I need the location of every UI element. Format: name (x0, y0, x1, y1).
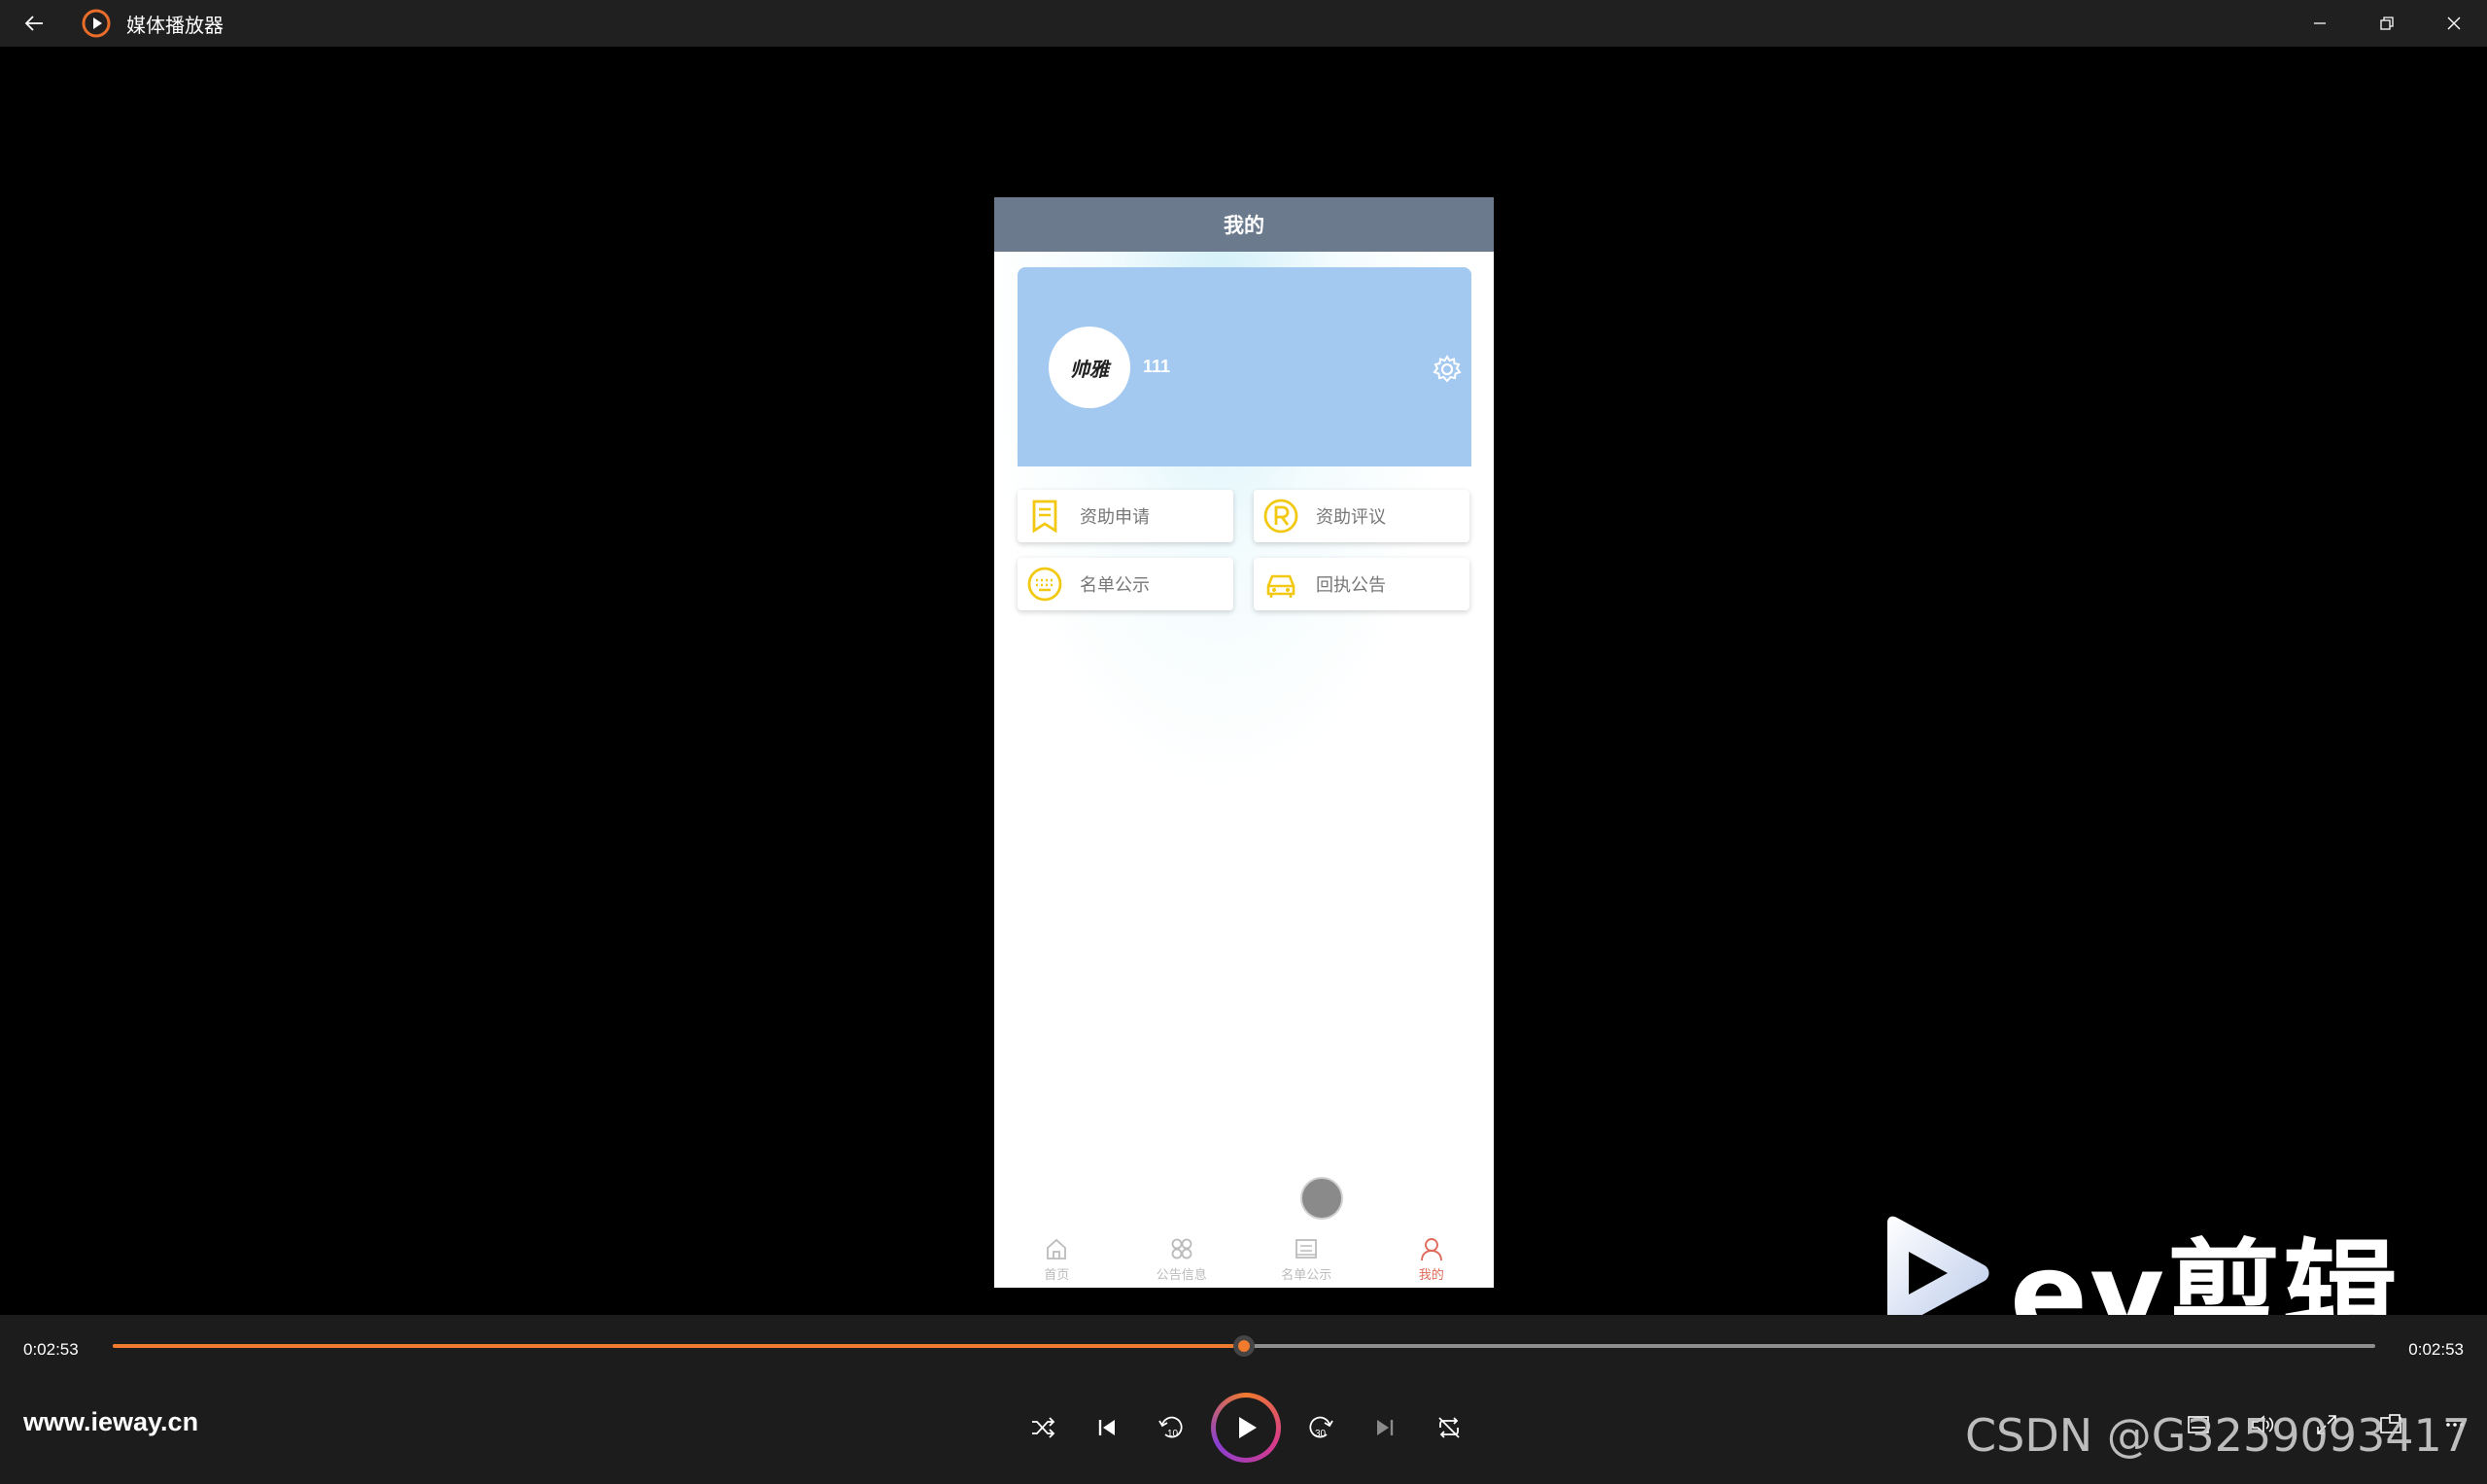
seek-progress (113, 1344, 1244, 1348)
repeat-off-icon (1438, 1417, 1460, 1438)
site-label: www.ieway.cn (23, 1407, 199, 1436)
media-player-app-icon (82, 9, 111, 38)
bottom-tab-bar: 首页 公告信息 名单公示 我的 (994, 1229, 1494, 1288)
phone-header-title: 我的 (1224, 215, 1264, 237)
menu-list-publicity[interactable]: 名单公示 (1018, 558, 1233, 610)
play-icon (1239, 1417, 1257, 1438)
close-button[interactable] (2420, 0, 2487, 47)
minimize-icon (2313, 22, 2326, 24)
home-icon (1047, 1238, 1067, 1260)
menu-label: 回执公告 (1316, 575, 1386, 595)
menu-funding-application[interactable]: 资助申请 (1018, 490, 1233, 542)
shuffle-button[interactable] (1011, 1396, 1075, 1460)
restore-button[interactable] (2353, 0, 2420, 47)
list-icon (1295, 1238, 1318, 1259)
close-icon (2447, 17, 2460, 30)
flower-icon (1171, 1238, 1192, 1259)
tab-announcements[interactable]: 公告信息 (1120, 1229, 1245, 1288)
skip-previous-icon (1098, 1420, 1115, 1435)
phone-header: 我的 (994, 197, 1494, 252)
settings-gear-icon[interactable] (1430, 352, 1465, 387)
tab-home[interactable]: 首页 (994, 1229, 1120, 1288)
keyboard-icon (1027, 567, 1062, 602)
minimize-button[interactable] (2286, 0, 2353, 47)
current-time: 0:02:53 (23, 1340, 79, 1359)
menu-funding-review[interactable]: 资助评议 (1254, 490, 1469, 542)
svg-text:10: 10 (1167, 1429, 1179, 1439)
registered-icon (1263, 499, 1298, 534)
previous-button[interactable] (1075, 1396, 1139, 1460)
floating-assistive-button[interactable] (1300, 1177, 1343, 1220)
username: 111 (1143, 357, 1171, 376)
bookmark-icon (1032, 500, 1057, 534)
phone-screen: 我的 帅雅 111 资助申请 资助评议 名单公示 回执公告 首页 公告信息 名单… (994, 197, 1494, 1288)
total-time: 0:02:53 (2408, 1340, 2464, 1359)
user-icon (1420, 1237, 1442, 1260)
menu-receipt-notice[interactable]: 回执公告 (1254, 558, 1469, 610)
play-button[interactable] (1211, 1393, 1281, 1463)
forward-30-button[interactable]: 30 (1289, 1396, 1353, 1460)
avatar-signature: 帅雅 (1070, 357, 1109, 381)
back-arrow-icon (24, 16, 43, 31)
menu-label: 资助申请 (1080, 507, 1150, 527)
tab-mine[interactable]: 我的 (1369, 1229, 1495, 1288)
forward-30-icon: 30 (1309, 1416, 1333, 1439)
ev-logo-icon (1887, 1216, 1989, 1330)
menu-label: 资助评议 (1316, 507, 1386, 527)
title-bar: 媒体播放器 (0, 0, 2487, 47)
next-button[interactable] (1353, 1396, 1417, 1460)
avatar[interactable]: 帅雅 (1049, 327, 1130, 408)
car-icon (1266, 574, 1295, 598)
seek-bar[interactable] (113, 1335, 2375, 1357)
shuffle-icon (1032, 1417, 1055, 1438)
repeat-button[interactable] (1417, 1396, 1481, 1460)
skip-next-icon (1377, 1420, 1394, 1435)
transport-controls: 10 30 (1011, 1389, 1481, 1467)
back-button[interactable] (0, 0, 68, 47)
svg-text:30: 30 (1315, 1429, 1327, 1439)
seek-thumb[interactable] (1233, 1335, 1255, 1357)
tab-list-publicity[interactable]: 名单公示 (1244, 1229, 1369, 1288)
menu-label: 名单公示 (1080, 575, 1150, 595)
restore-icon (2379, 17, 2394, 30)
tab-label: 名单公示 (1281, 1266, 1332, 1282)
tab-label: 首页 (1044, 1266, 1070, 1282)
tab-label: 公告信息 (1156, 1266, 1207, 1282)
rewind-10-icon: 10 (1158, 1416, 1183, 1439)
window-title: 媒体播放器 (126, 15, 224, 37)
tab-label: 我的 (1418, 1266, 1444, 1282)
rewind-10-button[interactable]: 10 (1139, 1396, 1203, 1460)
csdn-watermark: CSDN @G3259093417 (1965, 1409, 2471, 1462)
